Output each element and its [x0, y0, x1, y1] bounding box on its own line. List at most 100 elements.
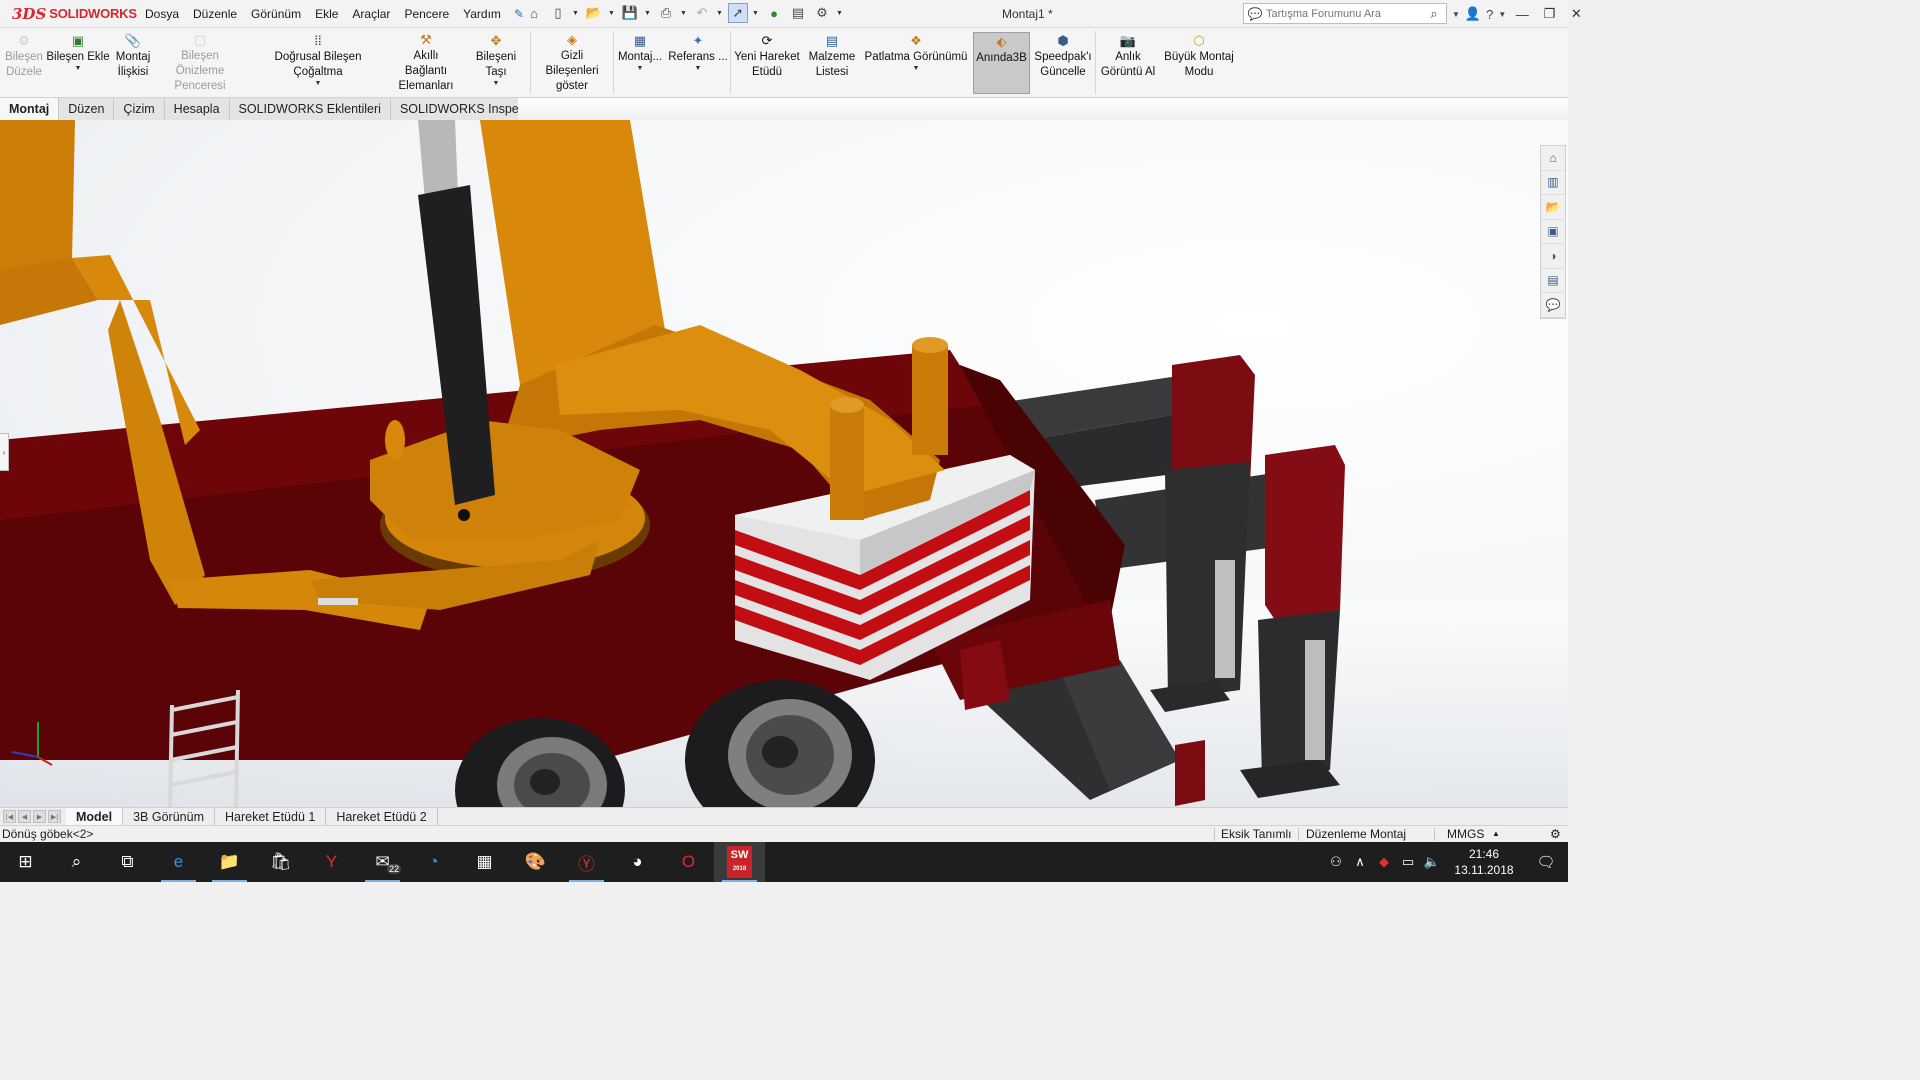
help-dropdown-icon[interactable]: ▼ [1498, 10, 1506, 19]
units-dropdown-icon[interactable]: ▲ [1492, 826, 1500, 842]
prev-tab-icon[interactable]: ◀ [18, 810, 31, 823]
reference-geometry-dropdown-icon[interactable]: ▼ [695, 65, 702, 73]
new-document-icon[interactable]: ▯ [548, 3, 568, 23]
unit-system-selector[interactable]: MMGS [1447, 826, 1484, 842]
bill-of-materials-button[interactable]: ▤ Malzeme Listesi [805, 32, 859, 94]
tab-3d-view[interactable]: 3B Görünüm [123, 807, 215, 826]
take-snapshot-button[interactable]: 📷 Anlık Görüntü Al [1098, 32, 1158, 94]
home-icon[interactable]: ⌂ [524, 3, 544, 23]
tab-motion-study-2[interactable]: Hareket Etüdü 2 [326, 807, 438, 826]
antivirus-icon[interactable]: ◆ [1372, 854, 1396, 870]
new-dropdown-icon[interactable]: ▼ [572, 10, 580, 17]
new-motion-study-button[interactable]: ⟳ Yeni Hareket Etüdü [733, 32, 801, 94]
store-icon[interactable]: 🛍 [255, 842, 306, 882]
design-library-icon[interactable]: ▥ [1541, 171, 1565, 195]
menu-item-duzenle[interactable]: Düzenle [186, 0, 244, 28]
graphics-area[interactable]: 🔍 🔎 ↶ ▧ ▦ ◧▼ ◈▼ ◉▼ ◍ ⛰▼ 🖵▼ ◫ ◨ – ❐ ✕ ⌂ ▥… [0, 120, 1568, 807]
show-hidden-icons-chevron-icon[interactable]: ∧ [1348, 854, 1372, 870]
calculator-icon[interactable]: ▦ [459, 842, 510, 882]
close-icon[interactable]: ✕ [1565, 6, 1587, 22]
pin-icon[interactable]: ✎ [514, 7, 524, 21]
forum-icon[interactable]: 💬 [1541, 293, 1565, 318]
menu-item-araclar[interactable]: Araçlar [345, 0, 397, 28]
menu-item-pencere[interactable]: Pencere [397, 0, 456, 28]
battery-icon[interactable]: ▭ [1396, 854, 1420, 870]
custom-properties-icon[interactable]: ▤ [1541, 269, 1565, 293]
file-explorer-taskbar-icon[interactable]: 📁 [204, 842, 255, 882]
help-icon[interactable]: ? [1486, 7, 1493, 22]
move-component-button[interactable]: ✥ Bileşeni Taşı ▼ [465, 32, 527, 94]
volume-icon[interactable]: 🔈 [1420, 854, 1444, 870]
mail-icon[interactable]: ✉ 22 [357, 842, 408, 882]
taskbar-search-icon[interactable]: ⌕ [51, 842, 102, 882]
edge-browser-icon[interactable]: e [153, 842, 204, 882]
opera-icon[interactable]: O [663, 842, 714, 882]
last-tab-icon[interactable]: ▶| [48, 810, 61, 823]
app-circle-icon[interactable]: ◔ [408, 842, 459, 882]
task-view-icon[interactable]: ⧉ [102, 842, 153, 882]
appearances-scenes-icon[interactable]: ◑ [1541, 244, 1565, 269]
crane-truck-model[interactable] [0, 120, 1568, 807]
print-icon[interactable]: ⎙ [656, 3, 676, 23]
menu-item-dosya[interactable]: Dosya [138, 0, 186, 28]
paint-icon[interactable]: 🎨 [510, 842, 561, 882]
menu-item-ekle[interactable]: Ekle [308, 0, 345, 28]
action-center-icon[interactable]: 🗨 [1524, 853, 1568, 871]
search-dropdown-icon[interactable]: ▼ [1452, 10, 1460, 19]
update-speedpak-button[interactable]: ⬢ Speedpak'ı Güncelle [1033, 32, 1093, 94]
tab-hesapla[interactable]: Hesapla [164, 98, 230, 120]
file-properties-icon[interactable]: ▤ [788, 3, 808, 23]
options-gear-icon[interactable]: ⚙ [812, 3, 832, 23]
smart-fasteners-button[interactable]: ⚒ Akıllı Bağlantı Elemanları [391, 32, 461, 94]
media-app-icon[interactable]: ◕ [612, 842, 663, 882]
exploded-view-dropdown-icon[interactable]: ▼ [913, 65, 920, 73]
instant3d-button[interactable]: ⬖ Anında3B [973, 32, 1030, 94]
undo-icon[interactable]: ↶ [692, 3, 712, 23]
component-preview-button[interactable]: ▢ Bileşen Önizleme Penceresi [156, 32, 244, 94]
solidworks-logo[interactable]: 3DS SOLIDWORKS [0, 0, 138, 28]
tab-model[interactable]: Model [66, 807, 124, 826]
save-dropdown-icon[interactable]: ▼ [644, 10, 652, 17]
select-dropdown-icon[interactable]: ▼ [752, 10, 760, 17]
menu-item-yardim[interactable]: Yardım [456, 0, 508, 28]
rebuild-traffic-light-icon[interactable]: ● [764, 3, 784, 23]
windows-start-icon[interactable]: ⊞ [0, 842, 51, 882]
reference-geometry-button[interactable]: ✦ Referans ... ▼ [668, 32, 728, 94]
open-icon[interactable]: 📂 [584, 3, 604, 23]
tab-duzen[interactable]: Düzen [59, 98, 115, 120]
insert-component-button[interactable]: ▣ Bileşen Ekle ▼ [46, 32, 110, 94]
first-tab-icon[interactable]: |◀ [3, 810, 16, 823]
menu-item-gorunum[interactable]: Görünüm [244, 0, 308, 28]
mate-button[interactable]: 📎 Montaj İlişkisi [112, 32, 154, 94]
search-icon[interactable]: ⌕ [1422, 6, 1446, 22]
view-palette-icon[interactable]: ▣ [1541, 220, 1565, 244]
yandex-browser-icon[interactable]: Ⓨ [561, 842, 612, 882]
forum-search[interactable]: 💬 ⌕ [1243, 3, 1447, 24]
people-icon[interactable]: ⚇ [1324, 854, 1348, 870]
linear-pattern-button[interactable]: ⁞⁞ Doğrusal Bileşen Çoğaltma ▼ [249, 32, 387, 94]
select-cursor-icon[interactable]: ➚ [728, 3, 748, 23]
edit-component-button[interactable]: ⚙ Bileşen Düzele [4, 32, 44, 94]
options-dropdown-icon[interactable]: ▼ [836, 10, 844, 17]
next-tab-icon[interactable]: ▶ [33, 810, 46, 823]
assembly-features-button[interactable]: ▦ Montaj... ▼ [617, 32, 663, 94]
undo-dropdown-icon[interactable]: ▼ [716, 10, 724, 17]
tab-motion-study-1[interactable]: Hareket Etüdü 1 [215, 807, 327, 826]
yandex-app-icon[interactable]: Y [306, 842, 357, 882]
tab-cizim[interactable]: Çizim [114, 98, 165, 120]
linear-pattern-dropdown-icon[interactable]: ▼ [315, 80, 322, 88]
show-hidden-components-button[interactable]: ◈ Gizli Bileşenleri göster [533, 32, 611, 94]
restore-icon[interactable]: ❐ [1538, 6, 1560, 22]
tab-solidworks-eklentileri[interactable]: SOLIDWORKS Eklentileri [229, 98, 391, 120]
customize-status-icon[interactable]: ⚙ [1550, 826, 1561, 842]
forum-search-input[interactable] [1266, 7, 1406, 20]
print-dropdown-icon[interactable]: ▼ [680, 10, 688, 17]
open-dropdown-icon[interactable]: ▼ [608, 10, 616, 17]
feature-manager-handle[interactable]: › [0, 433, 9, 471]
solidworks-resources-icon[interactable]: ⌂ [1541, 146, 1565, 171]
file-explorer-icon[interactable]: 📂 [1541, 195, 1565, 220]
tab-montaj[interactable]: Montaj [0, 98, 60, 120]
exploded-view-button[interactable]: ❖ Patlatma Görünümü ▼ [862, 32, 970, 94]
large-assembly-mode-button[interactable]: ⬡ Büyük Montaj Modu [1162, 32, 1236, 94]
insert-component-dropdown-icon[interactable]: ▼ [75, 65, 82, 73]
